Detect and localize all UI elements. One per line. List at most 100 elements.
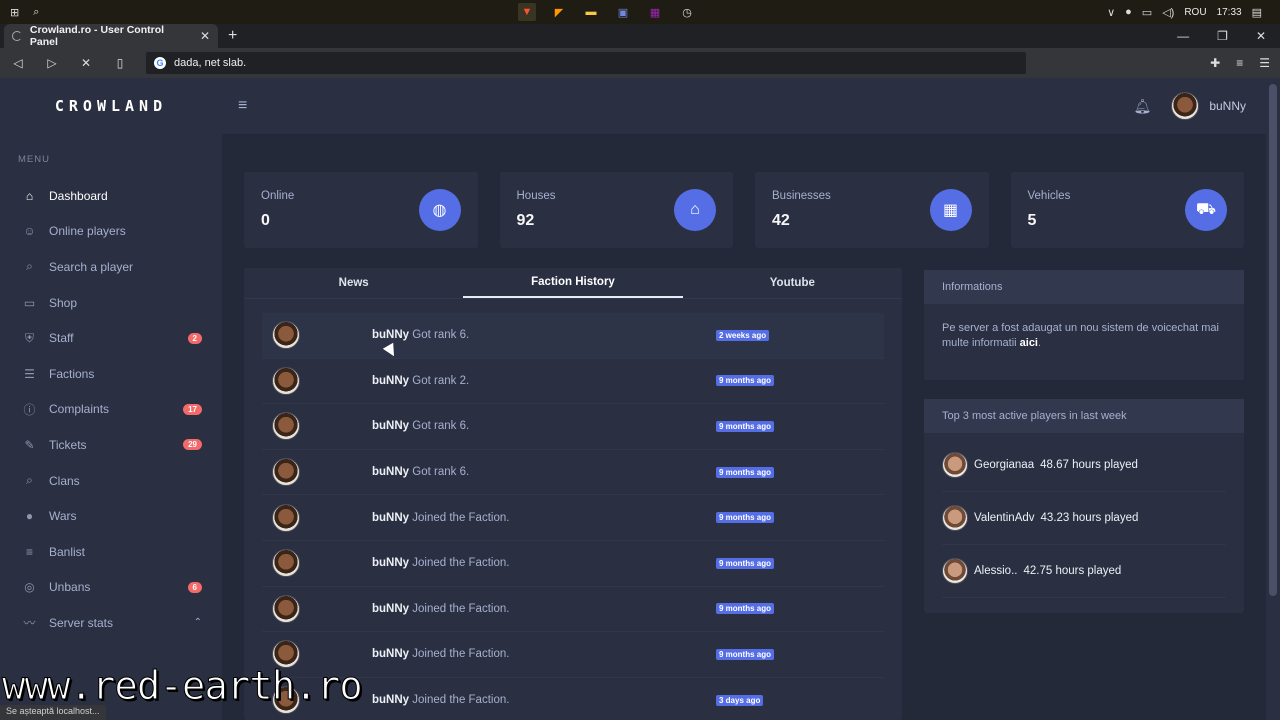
time-badge: 9 months ago: [716, 557, 775, 569]
windows-taskbar: ⊞ ⌕ ▼ ◤ ▬ ▣ ▦ ◷ ∨ ● ▭ ◁) ROU 17:33 ▤: [0, 0, 1280, 24]
sidebar-item-dashboard[interactable]: ⌂ Dashboard: [0, 178, 222, 214]
tab-news[interactable]: News: [244, 268, 463, 298]
table-row[interactable]: buNNy Joined the Faction. 9 months ago: [262, 541, 884, 587]
sidebar-item-online-players[interactable]: ☺ Online players: [0, 214, 222, 250]
history-entry: buNNy Got rank 6.: [372, 420, 716, 432]
history-action: Joined the Faction.: [412, 511, 510, 524]
winrar-icon[interactable]: ▦: [646, 3, 664, 21]
clock[interactable]: 17:33: [1217, 7, 1242, 18]
microphone-icon[interactable]: ●: [1125, 6, 1132, 18]
top-header: ≡ 🔔︎ buNNy: [222, 78, 1266, 134]
sidebar-item-tickets[interactable]: ✎ Tickets 29: [0, 427, 222, 463]
chart-icon: 〰: [23, 616, 36, 631]
history-user: buNNy: [372, 694, 410, 707]
sidebar-item-complaints[interactable]: ⓘ Complaints 17: [0, 392, 222, 428]
stat-label: Businesses: [772, 190, 831, 202]
sidebar-item-server-stats[interactable]: 〰 Server stats ⌃: [0, 605, 222, 641]
close-window-button[interactable]: ✕: [1256, 29, 1266, 43]
avatar: [942, 505, 968, 531]
scrollbar-thumb[interactable]: [1269, 84, 1277, 596]
table-row[interactable]: buNNy Got rank 6. 2 weeks ago: [262, 313, 884, 359]
avatar: [272, 458, 300, 487]
browser-tab[interactable]: Crowland.ro - User Control Panel ✕: [4, 24, 218, 48]
stat-card-vehicles: Vehicles 5 ⛟: [1010, 172, 1244, 248]
sidebar-item-label: Shop: [49, 295, 78, 310]
clock-icon[interactable]: ◷: [678, 3, 696, 21]
address-bar[interactable]: G dada, net slab.: [146, 52, 1026, 74]
history-user: buNNy: [372, 329, 410, 342]
sidebar-item-unbans[interactable]: ◎ Unbans 6: [0, 570, 222, 606]
restore-button[interactable]: ❐: [1217, 29, 1228, 43]
search-icon[interactable]: ⌕: [33, 6, 39, 19]
stat-label: Online: [261, 190, 295, 202]
table-row[interactable]: buNNy Joined the Faction. 9 months ago: [262, 587, 884, 633]
network-icon[interactable]: ▭: [1142, 6, 1152, 19]
back-button[interactable]: ◁: [10, 56, 26, 70]
forward-button[interactable]: ▷: [44, 56, 60, 70]
time-badge: 2 weeks ago: [716, 329, 770, 341]
bookmark-icon[interactable]: ▯: [112, 56, 128, 70]
avatar: [272, 503, 300, 532]
language-indicator[interactable]: ROU: [1184, 7, 1206, 18]
table-row[interactable]: buNNy Got rank 6. 9 months ago: [262, 450, 884, 496]
player-hours: 43.23 hours played: [1040, 512, 1139, 524]
media-icon[interactable]: ≡: [1236, 56, 1243, 70]
informations-link[interactable]: aici: [1020, 337, 1038, 349]
menu-icon[interactable]: ☰: [1259, 56, 1270, 70]
page-scrollbar[interactable]: [1266, 78, 1280, 720]
explorer-icon[interactable]: ▬: [582, 3, 600, 21]
ticket-icon: ✎: [24, 437, 35, 452]
stat-text: Vehicles 5: [1028, 190, 1186, 230]
bell-icon[interactable]: 🔔︎: [1134, 98, 1152, 115]
history-action: Got rank 6.: [412, 466, 470, 479]
close-tab-icon[interactable]: ✕: [200, 29, 210, 43]
table-row[interactable]: buNNy Got rank 2. 9 months ago: [262, 359, 884, 405]
stats-row: Online 0 ◍ Houses 92 ⌂ Businesses 42 ▦ Vehicles 5 ⛟: [244, 172, 1244, 248]
avatar: [272, 594, 300, 623]
sidebar-item-label: Search a player: [49, 259, 134, 274]
list-item[interactable]: Alessio.. 42.75 hours played: [924, 545, 1244, 597]
logo[interactable]: CROWLAND: [0, 78, 222, 134]
chevron-up-icon[interactable]: ∨: [1107, 6, 1115, 19]
extensions-icon[interactable]: ✚: [1210, 56, 1220, 70]
list-item[interactable]: Georgianaa 48.67 hours played: [924, 439, 1244, 491]
informations-title: Informations: [924, 270, 1244, 304]
count-badge: 2: [187, 332, 202, 344]
brave-icon[interactable]: ▼: [518, 3, 536, 21]
sidebar-item-label: Dashboard: [49, 188, 108, 203]
table-row[interactable]: buNNy Joined the Faction. 9 months ago: [262, 495, 884, 541]
stat-card-businesses: Businesses 42 ▦: [755, 172, 989, 248]
history-entry: buNNy Joined the Faction.: [372, 648, 716, 660]
sidebar-item-shop[interactable]: ▭ Shop: [0, 285, 222, 321]
stat-label: Houses: [516, 190, 556, 202]
hamburger-menu-icon[interactable]: ≡: [238, 97, 247, 115]
table-row[interactable]: buNNy Got rank 6. 9 months ago: [262, 404, 884, 450]
notification-icon[interactable]: ▤: [1252, 6, 1262, 19]
discord-icon[interactable]: ▣: [614, 3, 632, 21]
informations-card: Informations Pe server a fost adaugat un…: [924, 270, 1244, 380]
search-icon: ⌕: [26, 259, 33, 274]
new-tab-button[interactable]: +: [228, 27, 237, 45]
stop-button[interactable]: ✕: [78, 56, 94, 70]
sidebar-item-clans[interactable]: ⌕ Clans: [0, 463, 222, 499]
history-user: buNNy: [372, 420, 410, 433]
sublime-icon[interactable]: ◤: [550, 3, 568, 21]
sidebar-item-factions[interactable]: ☰ Factions: [0, 356, 222, 392]
sidebar-item-wars[interactable]: ● Wars: [0, 498, 222, 534]
list-item[interactable]: ValentinAdv 43.23 hours played: [924, 492, 1244, 544]
sidebar-item-staff[interactable]: ⛨ Staff 2: [0, 320, 222, 356]
avatar: [272, 321, 300, 350]
loading-icon: [12, 31, 22, 41]
tab-faction-history[interactable]: Faction History: [463, 268, 683, 298]
windows-start-icon[interactable]: ⊞: [10, 6, 19, 19]
sidebar-item-search-a-player[interactable]: ⌕ Search a player: [0, 249, 222, 285]
user-dropdown[interactable]: buNNy: [1171, 92, 1246, 120]
chevron-up-icon[interactable]: ⌃: [194, 617, 202, 628]
minimize-button[interactable]: —: [1177, 29, 1189, 43]
volume-icon[interactable]: ◁): [1162, 6, 1174, 19]
tab-youtube[interactable]: Youtube: [683, 268, 902, 298]
sidebar-item-banlist[interactable]: ≡ Banlist: [0, 534, 222, 570]
count-badge: 17: [183, 403, 202, 415]
list-icon: ≡: [25, 544, 33, 559]
sidebar-item-label: Banlist: [49, 544, 86, 559]
